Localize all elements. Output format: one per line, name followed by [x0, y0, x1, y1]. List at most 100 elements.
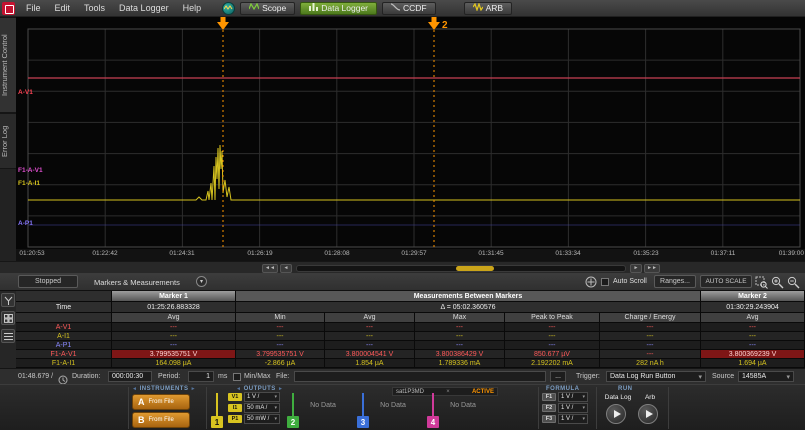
formula-f2-row: F2 1 V / ▾ — [542, 403, 588, 413]
tab-arb[interactable]: ARB — [464, 2, 512, 15]
ranges-button[interactable]: Ranges... — [654, 275, 696, 288]
row-label-a-v1[interactable]: A-V1 — [16, 323, 112, 332]
x-axis-label: 01:37:11 — [701, 250, 745, 257]
scroll-rewind-button[interactable]: ◄◄ — [262, 264, 278, 273]
cell: 1.694 µA — [701, 359, 805, 368]
file-input[interactable] — [294, 371, 546, 382]
chevron-down-icon: ▾ — [698, 373, 702, 381]
tab-data-logger[interactable]: Data Logger — [300, 2, 377, 15]
menu-data-logger[interactable]: Data Logger — [112, 3, 176, 13]
minmax-checkbox[interactable] — [233, 373, 241, 381]
menu-help[interactable]: Help — [176, 3, 209, 13]
duration-value[interactable]: 000:00:30 — [108, 371, 152, 382]
scroll-ffwd-button[interactable]: ►► — [644, 264, 660, 273]
tab-data-logger-label: Data Logger — [321, 3, 368, 13]
close-icon[interactable]: × — [446, 389, 450, 395]
cell: --- — [505, 332, 600, 341]
v1-chip: V1 — [228, 393, 242, 401]
play-icon — [646, 410, 653, 418]
time-axis: 01:20:53 01:22:42 01:24:31 01:26:19 01:2… — [16, 249, 805, 261]
zoom-out-icon[interactable] — [786, 275, 800, 289]
arb-run-button[interactable] — [638, 404, 658, 424]
channel1-number[interactable]: 1 — [211, 416, 223, 428]
channel3-number[interactable]: 3 — [357, 416, 369, 428]
i1-scale-value: 50 mA / — [247, 405, 267, 411]
source-select[interactable]: 14585A ▾ — [738, 371, 794, 382]
marker1-header[interactable]: Marker 1 — [112, 291, 236, 302]
split-view-icon[interactable] — [1, 293, 15, 307]
marker2-header[interactable]: Marker 2 — [701, 291, 805, 302]
grid-view-icon[interactable] — [1, 311, 15, 325]
pan-fit-icon[interactable] — [584, 275, 598, 289]
collapse-left-icon[interactable]: ◄ — [132, 386, 137, 392]
row-label-f1-a-v1[interactable]: F1-A-V1 — [16, 350, 112, 359]
divider — [596, 387, 597, 429]
scroll-forward-button[interactable]: ► — [630, 264, 642, 273]
menu-edit[interactable]: Edit — [48, 3, 78, 13]
i1-scale-select[interactable]: 50 mA / ▾ — [244, 403, 280, 413]
cell: 3.799535751 V — [236, 350, 325, 359]
v1-scale-select[interactable]: 1 V / ▾ — [244, 392, 280, 402]
formula-f3-row: F3 1 V / ▾ — [542, 414, 588, 424]
row-label-a-p1[interactable]: A-P1 — [16, 341, 112, 350]
auto-scroll-checkbox[interactable] — [601, 278, 609, 286]
list-view-icon[interactable] — [1, 329, 15, 343]
scroll-thumb[interactable] — [456, 266, 494, 271]
menu-file[interactable]: File — [19, 3, 48, 13]
datalog-chart[interactable]: 2 A-V1 F1-A-V1 F1-A-I1 A-P1 — [16, 17, 805, 250]
f3-scale-select[interactable]: 1 V / ▾ — [558, 414, 588, 424]
period-input[interactable] — [188, 371, 214, 382]
auto-scale-button[interactable]: AUTO SCALE — [700, 275, 752, 288]
measurements-view-label: Markers & Measurements — [94, 278, 180, 287]
auto-scroll-label: Auto Scroll — [613, 278, 647, 285]
datalog-run-button[interactable] — [606, 404, 626, 424]
measurements-table: Marker 1 Measurements Between Markers Ma… — [16, 291, 805, 368]
chevron-down-icon: ▾ — [274, 394, 277, 400]
file-tab-name: sat1P3MD — [396, 389, 424, 395]
zoom-in-icon[interactable] — [770, 275, 784, 289]
zoom-region-icon[interactable] — [754, 275, 768, 289]
chevron-down-icon: ▾ — [274, 405, 277, 411]
cell: --- — [325, 332, 415, 341]
menu-tools[interactable]: Tools — [77, 3, 112, 13]
f3-chip: F3 — [542, 415, 556, 423]
stopped-status-button[interactable]: Stopped — [18, 275, 78, 288]
cell-highlighted: 3.799535751 V — [112, 350, 236, 359]
cell: --- — [112, 341, 236, 350]
f2-scale-value: 1 V / — [561, 405, 573, 411]
cell: --- — [701, 341, 805, 350]
f1-scale-select[interactable]: 1 V / ▾ — [558, 392, 588, 402]
elapsed-time: 01:48.679 / — [18, 373, 53, 380]
x-axis-label: 01:39:00 — [760, 250, 804, 257]
chart-scroll-row: ◄◄ ◄ ► ►► — [0, 261, 805, 273]
measurements-dropdown-button[interactable]: ▾ — [196, 276, 207, 287]
instrument-b-source: From File — [149, 417, 174, 423]
row-label-a-i1[interactable]: A-I1 — [16, 332, 112, 341]
p1-scale-value: 50 mW / — [247, 416, 269, 422]
scroll-track[interactable] — [296, 265, 626, 272]
cell: 1.854 µA — [325, 359, 415, 368]
p1-scale-select[interactable]: 50 mW / ▾ — [244, 414, 280, 424]
cell: --- — [600, 341, 701, 350]
f2-scale-select[interactable]: 1 V / ▾ — [558, 403, 588, 413]
v1-scale-value: 1 V / — [247, 394, 259, 400]
channel2-number[interactable]: 2 — [287, 416, 299, 428]
browse-button[interactable]: ... — [550, 371, 566, 382]
sidebar-tab-instrument-control[interactable]: Instrument Control — [0, 17, 16, 113]
instrument-a-button[interactable]: A From File — [132, 394, 190, 410]
channel1-p-row: P1 50 mW / ▾ — [228, 414, 280, 424]
collapse-right-icon[interactable]: ► — [191, 386, 196, 392]
divider — [668, 387, 669, 429]
instrument-b-button[interactable]: B From File — [132, 412, 190, 428]
datalog-file-tab[interactable]: sat1P3MD × ACTIVE — [392, 387, 498, 396]
row-label-f1-a-i1[interactable]: F1-A-I1 — [16, 359, 112, 368]
tab-scope[interactable]: Scope — [240, 2, 295, 15]
scroll-back-button[interactable]: ◄ — [280, 264, 292, 273]
channel4-number[interactable]: 4 — [427, 416, 439, 428]
scope-wave-icon — [249, 3, 259, 13]
marker1-avg-header: Avg — [112, 313, 236, 323]
cell: --- — [701, 323, 805, 332]
trigger-select[interactable]: Data Log Run Button ▾ — [606, 371, 706, 382]
tab-ccdf[interactable]: CCDF — [382, 2, 436, 15]
sidebar-tab-error-log[interactable]: Error Log — [0, 113, 16, 169]
